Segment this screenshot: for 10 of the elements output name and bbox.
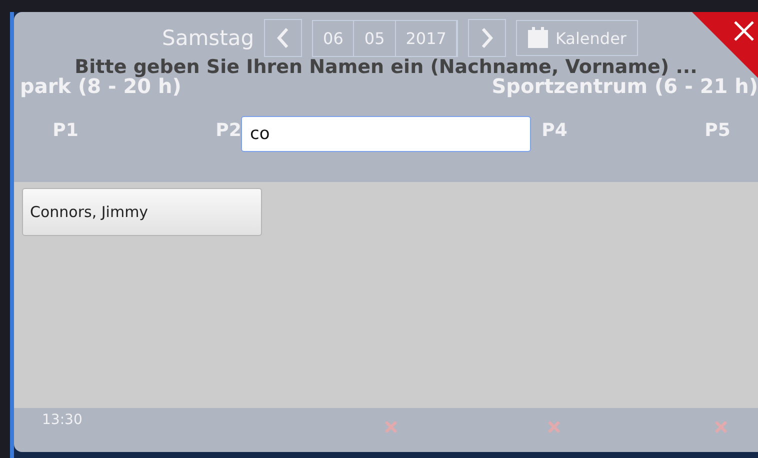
close-icon <box>733 20 755 42</box>
court-heading: P2 <box>216 120 242 140</box>
dialog-title: Bitte geben Sie Ihren Namen ein (Nachname, Vorname) ... <box>74 56 698 78</box>
name-input-field[interactable]: co <box>241 116 531 152</box>
court-heading: P5 <box>704 120 730 140</box>
court-heading: P1 <box>52 120 78 140</box>
time-label: 13:30 <box>42 412 82 428</box>
court-heading: P4 <box>542 120 568 140</box>
name-result-button[interactable]: Connors, Jimmy <box>22 188 262 236</box>
day-label: Samstag <box>162 26 254 50</box>
